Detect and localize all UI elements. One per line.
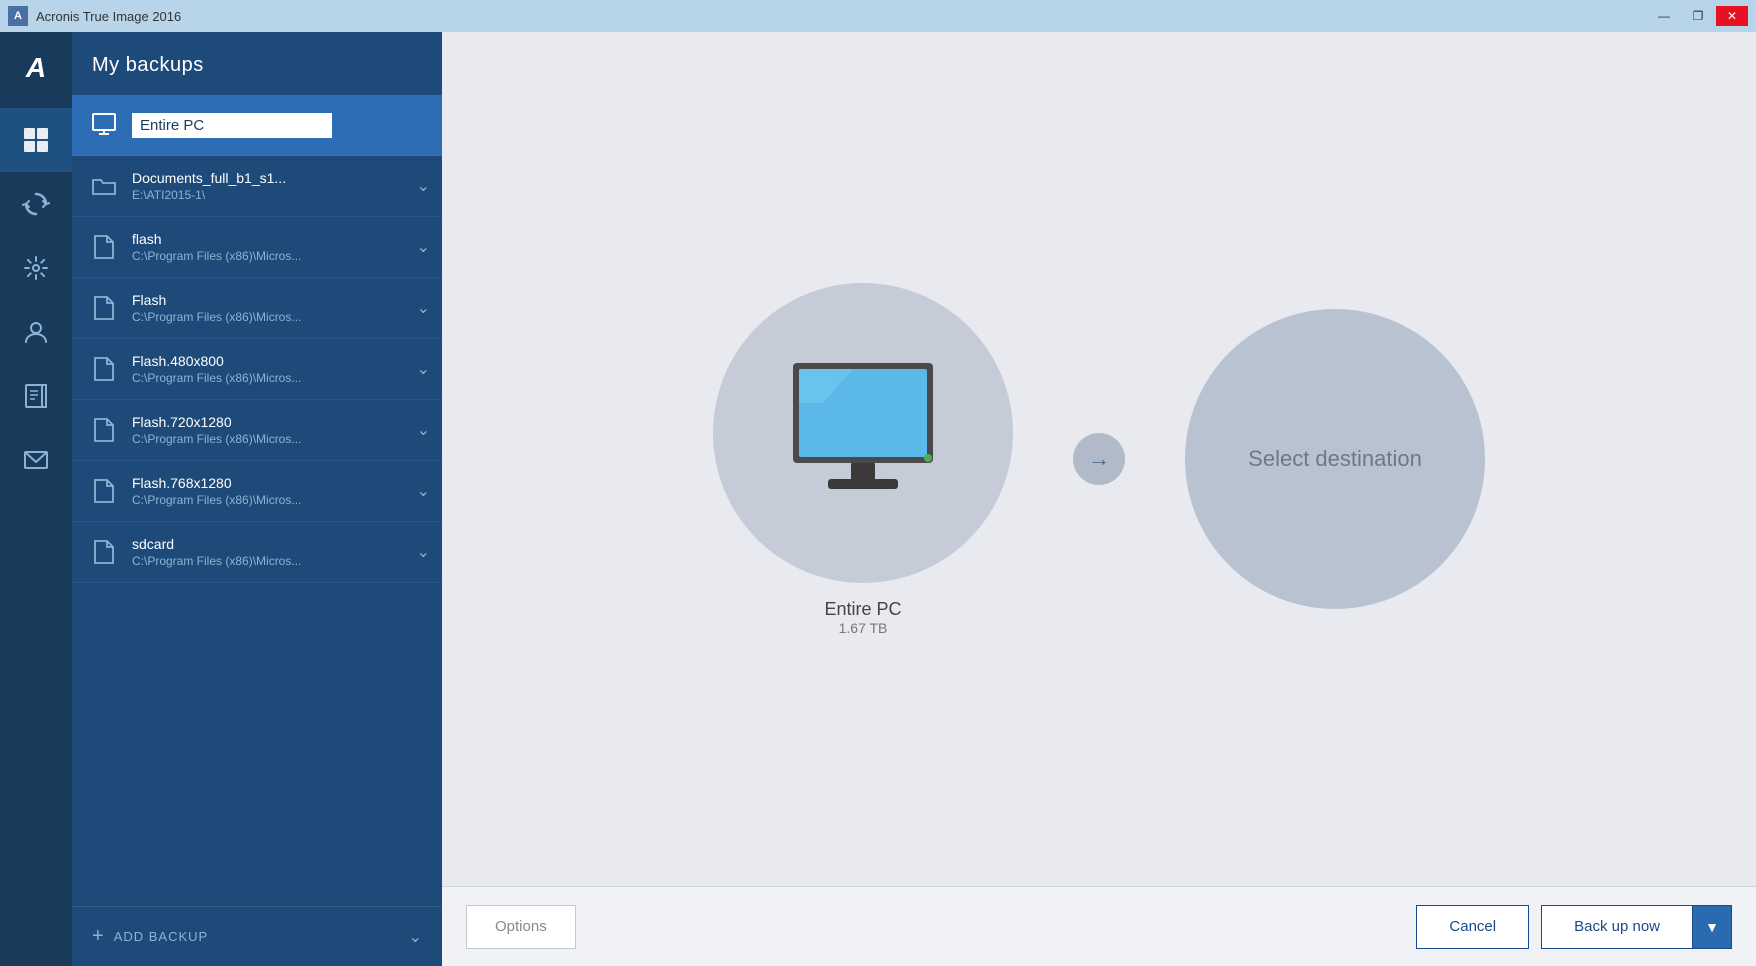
backup-item-info: Flash.480x800 C:\Program Files (x86)\Mic… xyxy=(132,353,301,385)
backup-item-flash-480[interactable]: Flash.480x800 C:\Program Files (x86)\Mic… xyxy=(72,339,442,400)
backup-item-name: Flash.720x1280 xyxy=(132,414,301,430)
arrow-right-icon: → xyxy=(1088,446,1110,472)
tools-icon xyxy=(22,254,50,282)
file-icon xyxy=(88,353,120,385)
pc-monitor-illustration xyxy=(773,353,953,513)
file-icon xyxy=(88,414,120,446)
minimize-button[interactable]: — xyxy=(1648,6,1680,26)
cancel-button[interactable]: Cancel xyxy=(1416,905,1529,949)
file-icon xyxy=(88,536,120,568)
file-icon xyxy=(88,231,120,263)
action-bar: Options Cancel Back up now ▼ xyxy=(442,886,1756,966)
backup-list-header: My backups xyxy=(72,32,442,95)
sidebar-item-account[interactable] xyxy=(0,300,72,364)
chevron-down-icon: ⌄ xyxy=(417,481,430,501)
backup-item-info: Flash C:\Program Files (x86)\Micros... xyxy=(132,292,301,324)
email-icon xyxy=(22,446,50,474)
file-icon xyxy=(88,475,120,507)
app-body: A xyxy=(0,32,1756,966)
sidebar-item-email[interactable] xyxy=(0,428,72,492)
backup-item-documents-full[interactable]: Documents_full_b1_s1... E:\ATI2015-1\ ⌄ xyxy=(72,156,442,217)
backup-item-sdcard[interactable]: sdcard C:\Program Files (x86)\Micros... … xyxy=(72,522,442,583)
destination-label: Select destination xyxy=(1248,444,1422,475)
sidebar-item-backups[interactable] xyxy=(0,108,72,172)
arrow-circle: → xyxy=(1073,433,1125,485)
backup-item-entire-pc[interactable] xyxy=(72,95,442,156)
destination-circle[interactable]: Select destination xyxy=(1185,309,1485,609)
main-content: Entire PC 1.67 TB → Select destination O… xyxy=(442,32,1756,966)
window-controls: — ❐ ✕ xyxy=(1648,6,1748,26)
backup-item-name: Flash.768x1280 xyxy=(132,475,301,491)
backup-item-path: C:\Program Files (x86)\Micros... xyxy=(132,310,301,324)
backup-item-path: C:\Program Files (x86)\Micros... xyxy=(132,493,301,507)
backup-item-path: E:\ATI2015-1\ xyxy=(132,188,286,202)
chevron-down-icon: ⌄ xyxy=(409,927,422,947)
folder-icon xyxy=(88,170,120,202)
backup-item-info: sdcard C:\Program Files (x86)\Micros... xyxy=(132,536,301,568)
backup-item-flash-768[interactable]: Flash.768x1280 C:\Program Files (x86)\Mi… xyxy=(72,461,442,522)
grid-icon xyxy=(22,126,50,154)
backup-name-input[interactable] xyxy=(132,113,332,138)
file-icon xyxy=(88,292,120,324)
backup-item-name: Flash xyxy=(132,292,301,308)
options-button[interactable]: Options xyxy=(466,905,576,949)
window-title: Acronis True Image 2016 xyxy=(36,9,181,24)
backup-item-name: Documents_full_b1_s1... xyxy=(132,170,286,186)
add-backup-footer[interactable]: + ADD BACKUP ⌄ xyxy=(72,906,442,966)
backup-item-path: C:\Program Files (x86)\Micros... xyxy=(132,432,301,446)
chevron-down-icon: ⌄ xyxy=(417,542,430,562)
chevron-down-icon: ⌄ xyxy=(417,298,430,318)
backup-now-button[interactable]: Back up now xyxy=(1541,905,1692,949)
chevron-down-icon: ⌄ xyxy=(417,420,430,440)
chevron-down-icon: ▼ xyxy=(1705,919,1719,935)
backup-item-info: Flash.720x1280 C:\Program Files (x86)\Mi… xyxy=(132,414,301,446)
chevron-down-icon: ⌄ xyxy=(417,359,430,379)
sidebar-item-help[interactable] xyxy=(0,364,72,428)
backup-item-info: Documents_full_b1_s1... E:\ATI2015-1\ xyxy=(132,170,286,202)
backup-item-name: flash xyxy=(132,231,301,247)
backup-item-path: C:\Program Files (x86)\Micros... xyxy=(132,371,301,385)
backup-item-info: flash C:\Program Files (x86)\Micros... xyxy=(132,231,301,263)
sidebar-item-tools[interactable] xyxy=(0,236,72,300)
backup-items: Documents_full_b1_s1... E:\ATI2015-1\ ⌄ … xyxy=(72,95,442,906)
source-label: Entire PC xyxy=(824,599,901,620)
add-icon: + xyxy=(92,925,104,948)
source-size: 1.67 TB xyxy=(824,620,901,636)
account-icon xyxy=(22,318,50,346)
backup-list-panel: My backups xyxy=(72,32,442,966)
source-label-group: Entire PC 1.67 TB xyxy=(824,599,901,636)
help-icon xyxy=(22,382,50,410)
backup-item-flash-720[interactable]: Flash.720x1280 C:\Program Files (x86)\Mi… xyxy=(72,400,442,461)
title-bar: A Acronis True Image 2016 — ❐ ✕ xyxy=(0,0,1756,32)
backup-now-dropdown-button[interactable]: ▼ xyxy=(1692,905,1732,949)
backup-item-name: sdcard xyxy=(132,536,301,552)
maximize-button[interactable]: ❐ xyxy=(1682,6,1714,26)
backup-item-name: Flash.480x800 xyxy=(132,353,301,369)
logo: A xyxy=(12,44,60,92)
backup-visual-area: Entire PC 1.67 TB → Select destination xyxy=(442,32,1756,886)
source-section: Entire PC 1.67 TB xyxy=(713,283,1013,636)
sync-icon xyxy=(22,190,50,218)
backup-item-flash-lower[interactable]: flash C:\Program Files (x86)\Micros... ⌄ xyxy=(72,217,442,278)
sidebar-icons: A xyxy=(0,32,72,966)
close-button[interactable]: ✕ xyxy=(1716,6,1748,26)
app-icon: A xyxy=(8,6,28,26)
monitor-icon xyxy=(88,109,120,141)
backup-item-path: C:\Program Files (x86)\Micros... xyxy=(132,554,301,568)
backup-now-group: Back up now ▼ xyxy=(1541,905,1732,949)
source-circle xyxy=(713,283,1013,583)
backup-item-info: Flash.768x1280 C:\Program Files (x86)\Mi… xyxy=(132,475,301,507)
logo-letter: A xyxy=(26,52,46,84)
add-backup-label: ADD BACKUP xyxy=(114,929,399,944)
chevron-down-icon: ⌄ xyxy=(417,237,430,257)
backup-item-path: C:\Program Files (x86)\Micros... xyxy=(132,249,301,263)
sidebar-item-sync[interactable] xyxy=(0,172,72,236)
chevron-down-icon: ⌄ xyxy=(417,176,430,196)
backup-item-flash-upper[interactable]: Flash C:\Program Files (x86)\Micros... ⌄ xyxy=(72,278,442,339)
